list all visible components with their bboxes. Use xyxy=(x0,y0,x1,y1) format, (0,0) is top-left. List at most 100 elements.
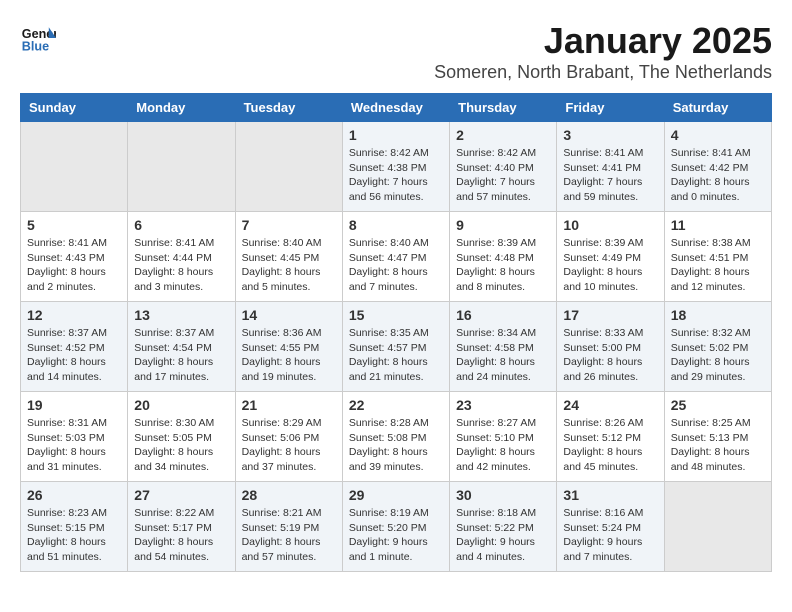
day-number: 30 xyxy=(456,487,550,503)
day-content: Sunrise: 8:31 AMSunset: 5:03 PMDaylight:… xyxy=(27,416,121,475)
day-cell: 27 Sunrise: 8:22 AMSunset: 5:17 PMDayligh… xyxy=(128,482,235,572)
day-cell: 9 Sunrise: 8:39 AMSunset: 4:48 PMDaylight… xyxy=(450,212,557,302)
day-number: 14 xyxy=(242,307,336,323)
day-content: Sunrise: 8:40 AMSunset: 4:45 PMDaylight:… xyxy=(242,236,336,295)
day-number: 16 xyxy=(456,307,550,323)
day-number: 3 xyxy=(563,127,657,143)
day-content: Sunrise: 8:21 AMSunset: 5:19 PMDaylight:… xyxy=(242,506,336,565)
day-number: 29 xyxy=(349,487,443,503)
week-row-3: 12Sunrise: 8:37 AMSunset: 4:52 PMDayligh… xyxy=(21,302,772,392)
day-number: 2 xyxy=(456,127,550,143)
day-cell: 7 Sunrise: 8:40 AMSunset: 4:45 PMDaylight… xyxy=(235,212,342,302)
day-content: Sunrise: 8:42 AMSunset: 4:38 PMDaylight:… xyxy=(349,146,443,205)
day-content: Sunrise: 8:35 AMSunset: 4:57 PMDaylight:… xyxy=(349,326,443,385)
day-content: Sunrise: 8:16 AMSunset: 5:24 PMDaylight:… xyxy=(563,506,657,565)
logo-icon: General Blue xyxy=(20,20,56,56)
month-title: January 2025 xyxy=(434,20,772,62)
day-cell xyxy=(128,122,235,212)
location-title: Someren, North Brabant, The Netherlands xyxy=(434,62,772,83)
day-cell: 22Sunrise: 8:28 AMSunset: 5:08 PMDayligh… xyxy=(342,392,449,482)
day-cell: 18 Sunrise: 8:32 AMSunset: 5:02 PMDayligh… xyxy=(664,302,771,392)
day-content: Sunrise: 8:22 AMSunset: 5:17 PMDaylight:… xyxy=(134,506,228,565)
day-content: Sunrise: 8:32 AMSunset: 5:02 PMDaylight:… xyxy=(671,326,765,385)
day-number: 15 xyxy=(349,307,443,323)
day-content: Sunrise: 8:26 AMSunset: 5:12 PMDaylight:… xyxy=(563,416,657,475)
header-cell-thursday: Thursday xyxy=(450,94,557,122)
day-number: 24 xyxy=(563,397,657,413)
day-cell: 17 Sunrise: 8:33 AMSunset: 5:00 PMDayligh… xyxy=(557,302,664,392)
day-cell: 15 Sunrise: 8:35 AMSunset: 4:57 PMDayligh… xyxy=(342,302,449,392)
header-cell-friday: Friday xyxy=(557,94,664,122)
header-cell-sunday: Sunday xyxy=(21,94,128,122)
day-cell: 25 Sunrise: 8:25 AMSunset: 5:13 PMDayligh… xyxy=(664,392,771,482)
day-content: Sunrise: 8:25 AMSunset: 5:13 PMDaylight:… xyxy=(671,416,765,475)
day-number: 18 xyxy=(671,307,765,323)
logo: General Blue xyxy=(20,20,56,56)
day-content: Sunrise: 8:33 AMSunset: 5:00 PMDaylight:… xyxy=(563,326,657,385)
day-cell: 12Sunrise: 8:37 AMSunset: 4:52 PMDayligh… xyxy=(21,302,128,392)
day-content: Sunrise: 8:18 AMSunset: 5:22 PMDaylight:… xyxy=(456,506,550,565)
day-cell: 2 Sunrise: 8:42 AMSunset: 4:40 PMDaylight… xyxy=(450,122,557,212)
day-content: Sunrise: 8:29 AMSunset: 5:06 PMDaylight:… xyxy=(242,416,336,475)
day-cell: 31 Sunrise: 8:16 AMSunset: 5:24 PMDayligh… xyxy=(557,482,664,572)
header-cell-wednesday: Wednesday xyxy=(342,94,449,122)
day-content: Sunrise: 8:41 AMSunset: 4:42 PMDaylight:… xyxy=(671,146,765,205)
svg-text:Blue: Blue xyxy=(22,40,49,54)
day-cell: 30 Sunrise: 8:18 AMSunset: 5:22 PMDayligh… xyxy=(450,482,557,572)
day-cell: 6 Sunrise: 8:41 AMSunset: 4:44 PMDaylight… xyxy=(128,212,235,302)
day-cell xyxy=(664,482,771,572)
day-cell: 21 Sunrise: 8:29 AMSunset: 5:06 PMDayligh… xyxy=(235,392,342,482)
day-number: 22 xyxy=(349,397,443,413)
day-number: 5 xyxy=(27,217,121,233)
header-row: SundayMondayTuesdayWednesdayThursdayFrid… xyxy=(21,94,772,122)
header-cell-tuesday: Tuesday xyxy=(235,94,342,122)
day-number: 20 xyxy=(134,397,228,413)
day-number: 25 xyxy=(671,397,765,413)
day-number: 23 xyxy=(456,397,550,413)
day-cell: 29Sunrise: 8:19 AMSunset: 5:20 PMDayligh… xyxy=(342,482,449,572)
day-content: Sunrise: 8:37 AMSunset: 4:54 PMDaylight:… xyxy=(134,326,228,385)
day-cell: 24 Sunrise: 8:26 AMSunset: 5:12 PMDayligh… xyxy=(557,392,664,482)
day-number: 13 xyxy=(134,307,228,323)
day-content: Sunrise: 8:42 AMSunset: 4:40 PMDaylight:… xyxy=(456,146,550,205)
day-number: 6 xyxy=(134,217,228,233)
day-cell: 26Sunrise: 8:23 AMSunset: 5:15 PMDayligh… xyxy=(21,482,128,572)
day-number: 7 xyxy=(242,217,336,233)
header-cell-monday: Monday xyxy=(128,94,235,122)
day-cell: 19 Sunrise: 8:31 AMSunset: 5:03 PMDayligh… xyxy=(21,392,128,482)
day-cell: 5Sunrise: 8:41 AMSunset: 4:43 PMDaylight… xyxy=(21,212,128,302)
week-row-5: 26Sunrise: 8:23 AMSunset: 5:15 PMDayligh… xyxy=(21,482,772,572)
day-content: Sunrise: 8:34 AMSunset: 4:58 PMDaylight:… xyxy=(456,326,550,385)
day-cell: 11Sunrise: 8:38 AMSunset: 4:51 PMDayligh… xyxy=(664,212,771,302)
day-number: 4 xyxy=(671,127,765,143)
day-cell: 28Sunrise: 8:21 AMSunset: 5:19 PMDayligh… xyxy=(235,482,342,572)
day-cell: 3Sunrise: 8:41 AMSunset: 4:41 PMDaylight… xyxy=(557,122,664,212)
title-section: January 2025 Someren, North Brabant, The… xyxy=(434,20,772,83)
day-content: Sunrise: 8:39 AMSunset: 4:49 PMDaylight:… xyxy=(563,236,657,295)
week-row-2: 5Sunrise: 8:41 AMSunset: 4:43 PMDaylight… xyxy=(21,212,772,302)
day-content: Sunrise: 8:27 AMSunset: 5:10 PMDaylight:… xyxy=(456,416,550,475)
day-number: 19 xyxy=(27,397,121,413)
day-cell xyxy=(235,122,342,212)
day-number: 21 xyxy=(242,397,336,413)
calendar-header: SundayMondayTuesdayWednesdayThursdayFrid… xyxy=(21,94,772,122)
day-number: 9 xyxy=(456,217,550,233)
week-row-1: 1Sunrise: 8:42 AMSunset: 4:38 PMDaylight… xyxy=(21,122,772,212)
header-cell-saturday: Saturday xyxy=(664,94,771,122)
day-number: 27 xyxy=(134,487,228,503)
day-cell xyxy=(21,122,128,212)
day-number: 26 xyxy=(27,487,121,503)
calendar-body: 1Sunrise: 8:42 AMSunset: 4:38 PMDaylight… xyxy=(21,122,772,572)
day-content: Sunrise: 8:41 AMSunset: 4:44 PMDaylight:… xyxy=(134,236,228,295)
day-number: 31 xyxy=(563,487,657,503)
day-cell: 10Sunrise: 8:39 AMSunset: 4:49 PMDayligh… xyxy=(557,212,664,302)
day-content: Sunrise: 8:30 AMSunset: 5:05 PMDaylight:… xyxy=(134,416,228,475)
day-cell: 8Sunrise: 8:40 AMSunset: 4:47 PMDaylight… xyxy=(342,212,449,302)
day-cell: 23 Sunrise: 8:27 AMSunset: 5:10 PMDayligh… xyxy=(450,392,557,482)
day-cell: 4 Sunrise: 8:41 AMSunset: 4:42 PMDaylight… xyxy=(664,122,771,212)
day-content: Sunrise: 8:38 AMSunset: 4:51 PMDaylight:… xyxy=(671,236,765,295)
day-number: 17 xyxy=(563,307,657,323)
day-number: 12 xyxy=(27,307,121,323)
day-cell: 1Sunrise: 8:42 AMSunset: 4:38 PMDaylight… xyxy=(342,122,449,212)
day-content: Sunrise: 8:39 AMSunset: 4:48 PMDaylight:… xyxy=(456,236,550,295)
